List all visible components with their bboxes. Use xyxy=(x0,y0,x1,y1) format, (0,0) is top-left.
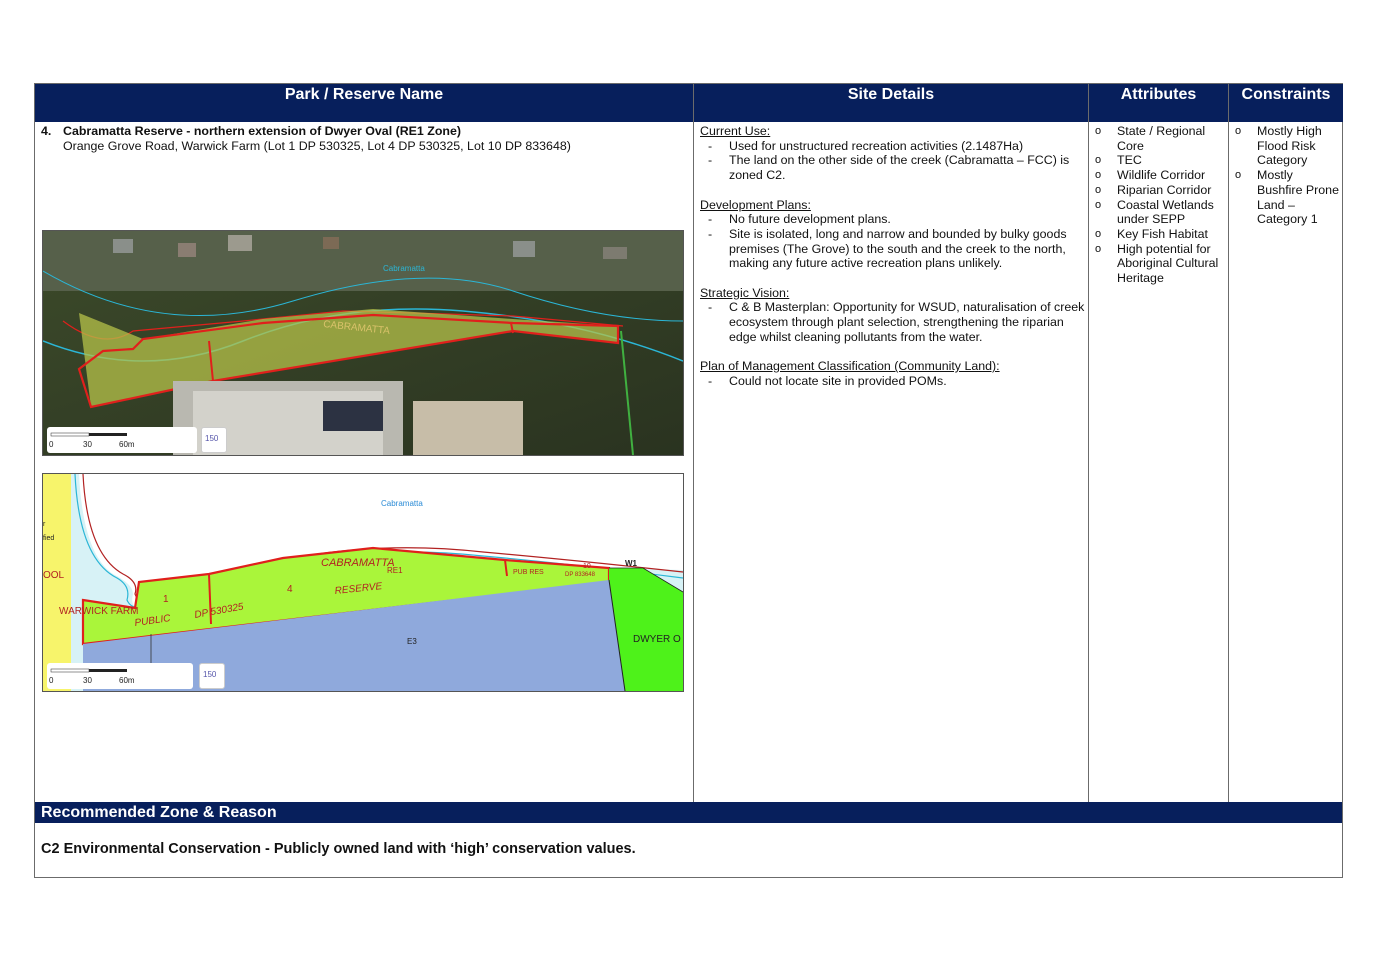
constraints-cell: o Mostly High Flood Risk Category o Mostly… xyxy=(1230,122,1340,227)
site-assessment-table: Park / Reserve Name Site Details Attribu… xyxy=(34,83,1343,878)
attribute-item: o Wildlife Corridor xyxy=(1095,168,1206,183)
list-item: - Site is isolated, long and narrow and b… xyxy=(708,226,1067,271)
column-divider xyxy=(693,84,694,802)
park-name-cell: 4. Cabramatta Reserve - northern extensi… xyxy=(41,122,681,153)
zoning-scale-bar: 0 30 60m xyxy=(47,663,193,689)
column-divider xyxy=(1088,84,1089,802)
list-item: - No future development plans. xyxy=(708,212,891,227)
zoning-label-pub-res: PUB RES xyxy=(513,569,544,576)
aerial-scale-bar: 0 30 60m xyxy=(47,427,197,453)
attribute-item: o Key Fish Habitat xyxy=(1095,226,1208,241)
park-title: Cabramatta Reserve - northern extension … xyxy=(63,124,461,138)
park-address: Orange Grove Road, Warwick Farm (Lot 1 D… xyxy=(63,138,571,153)
list-item: - Used for unstructured recreation activi… xyxy=(708,138,1024,153)
current-use-section: Current Use: - Used for unstructured recr… xyxy=(700,124,1086,183)
zoning-scale-button[interactable]: 150 xyxy=(199,663,225,689)
zoning-label-cabramatta: CABRAMATTA xyxy=(321,557,395,569)
svg-text:30: 30 xyxy=(83,440,92,449)
zoning-label-lot1: 1 xyxy=(163,594,169,605)
attribute-item: o High potential for Aboriginal Cultural … xyxy=(1095,241,1219,286)
column-divider xyxy=(1228,84,1229,802)
svg-text:30: 30 xyxy=(83,676,92,685)
svg-text:60m: 60m xyxy=(119,440,135,449)
svg-text:0: 0 xyxy=(49,676,54,685)
aerial-creek-label: Cabramatta xyxy=(383,264,425,273)
park-number: 4. xyxy=(41,124,52,138)
header-site-details: Site Details xyxy=(694,84,1088,122)
strategic-vision-section: Strategic Vision: -C & B Masterplan: Opp… xyxy=(700,286,1086,345)
list-item: - Could not locate site in provided POMs. xyxy=(708,373,947,388)
header-attributes: Attributes xyxy=(1089,84,1228,122)
svg-text:60m: 60m xyxy=(119,676,135,685)
section-heading: Development Plans: xyxy=(700,197,811,212)
zoning-creek-label: Cabramatta xyxy=(381,499,423,508)
attribute-item: o State / Regional Core xyxy=(1095,124,1206,153)
pom-classification-section: Plan of Management Classification (Commu… xyxy=(700,359,1086,388)
aerial-scale-button[interactable]: 150 xyxy=(201,427,227,453)
aerial-scale-button-label: 150 xyxy=(205,434,219,443)
zoning-label-fied: fied xyxy=(43,535,54,542)
zoning-label-dp2: DP 833648 xyxy=(565,572,596,578)
zoning-label-re1: RE1 xyxy=(387,566,403,575)
attribute-item: o TEC xyxy=(1095,153,1142,168)
header-constraints: Constraints xyxy=(1229,84,1343,122)
zoning-label-warwick: WARWICK FARM xyxy=(59,606,138,617)
development-plans-section: Development Plans: - No future developmen… xyxy=(700,198,1086,272)
site-details-cell: Current Use: - Used for unstructured recr… xyxy=(700,122,1086,403)
constraint-item: o Mostly High Flood Risk Category xyxy=(1235,124,1322,168)
zoning-scale-button-label: 150 xyxy=(203,670,217,679)
zoning-label-w1: W1 xyxy=(625,559,638,568)
zoning-label-lot4: 4 xyxy=(287,584,293,595)
constraint-item: o Mostly Bushfire Prone Land – Category 1 xyxy=(1235,168,1339,227)
zoning-map: Cabramatta CABRAMATTA RE1 RESERVE 4 1 PU… xyxy=(42,473,684,692)
list-item: - The land on the other side of the creek… xyxy=(708,153,1070,183)
attributes-cell: o State / Regional Core o TEC o Wildlife Co… xyxy=(1090,122,1226,286)
attribute-item: o Riparian Corridor xyxy=(1095,182,1212,197)
section-heading: Current Use: xyxy=(700,124,771,138)
svg-text:0: 0 xyxy=(49,440,54,449)
zoning-label-e3: E3 xyxy=(407,637,417,646)
aerial-map: CABRAMATTA Cabramatta 0 30 60m 150 xyxy=(42,230,684,456)
section-heading: Plan of Management Classification (Commu… xyxy=(700,359,1000,374)
zoning-label-lot10: 10 xyxy=(583,563,591,570)
header-park-name: Park / Reserve Name xyxy=(35,84,693,122)
zoning-label-ool: OOL xyxy=(43,570,65,581)
section-heading: Strategic Vision: xyxy=(700,285,790,300)
recommended-zone-text: C2 Environmental Conservation - Publicly… xyxy=(41,841,636,857)
recommended-zone-header: Recommended Zone & Reason xyxy=(35,802,1342,823)
list-item: -C & B Masterplan: Opportunity for WSUD,… xyxy=(708,300,1085,344)
zoning-label-dwyer: DWYER O xyxy=(633,634,681,645)
attribute-item: o Coastal Wetlands under SEPP xyxy=(1095,197,1214,227)
